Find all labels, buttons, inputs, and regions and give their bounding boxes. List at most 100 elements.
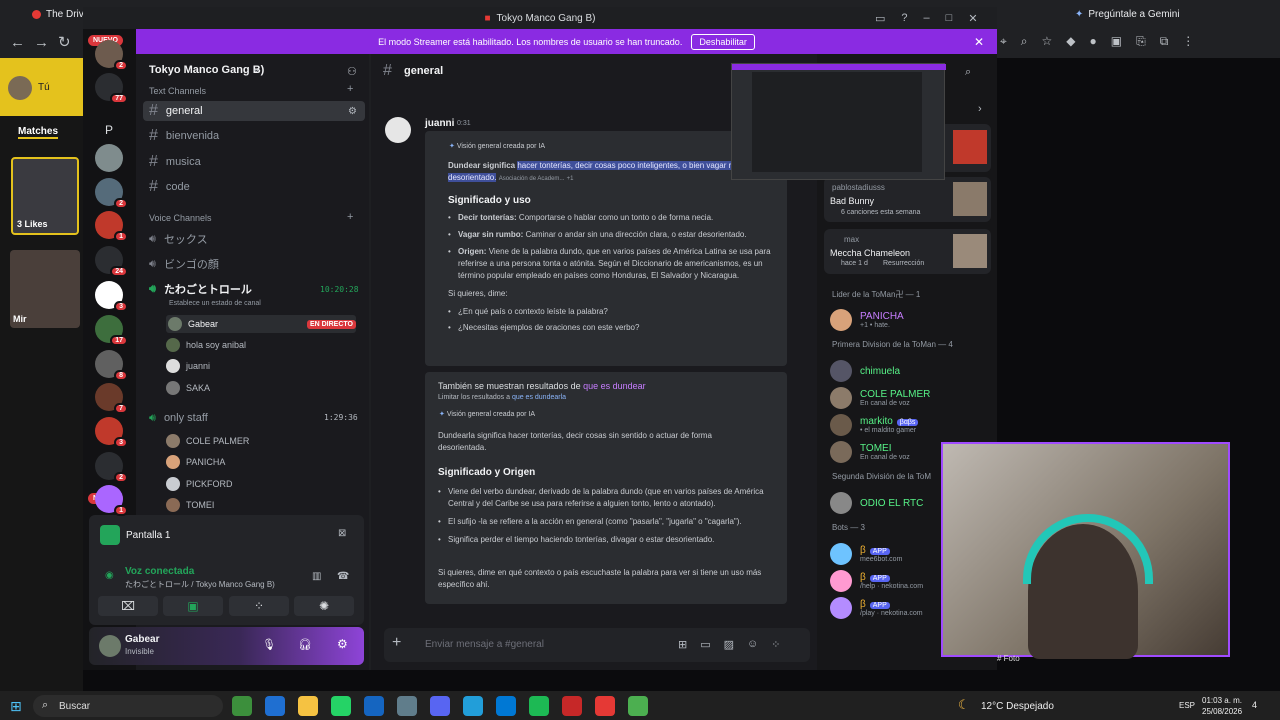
voice-user[interactable]: PANICHA: [166, 453, 225, 471]
voice-user[interactable]: COLE PALMER: [166, 432, 249, 450]
member-item[interactable]: chimuela: [830, 357, 900, 385]
disable-button[interactable]: Deshabilitar: [691, 33, 755, 50]
file-explorer-icon[interactable]: [298, 696, 318, 716]
voice-user[interactable]: juanni: [166, 357, 356, 375]
extension-icon[interactable]: ◆: [1066, 34, 1075, 50]
server-icon[interactable]: 1: [95, 485, 128, 516]
search-icon[interactable]: ⌕: [965, 66, 971, 79]
sticker-icon[interactable]: ▨: [724, 638, 734, 651]
headphones-icon[interactable]: 🎧︎: [298, 638, 312, 651]
inbox-icon[interactable]: ▭: [875, 12, 885, 25]
attach-plus-icon[interactable]: +: [392, 634, 401, 652]
voice-user[interactable]: SAKA: [166, 379, 356, 397]
location-icon[interactable]: ⌖: [1000, 34, 1007, 50]
member-item[interactable]: β APP mee6bot.com: [830, 540, 902, 568]
limit-link[interactable]: que es dundearla: [512, 394, 566, 401]
app-icon[interactable]: [562, 696, 582, 716]
add-user-icon[interactable]: ⚇: [347, 65, 357, 78]
voice-user[interactable]: PICKFORD: [166, 475, 233, 493]
user-name[interactable]: Gabear: [125, 634, 159, 645]
back-icon[interactable]: ←: [10, 34, 25, 51]
voice-status[interactable]: Voz conectada: [125, 566, 194, 577]
windows-start-icon[interactable]: ⊞: [10, 698, 22, 715]
member-item[interactable]: ODIO EL RTC: [830, 489, 923, 517]
match-card[interactable]: Mir: [10, 250, 80, 328]
gemini-tab[interactable]: ✦ Pregúntale a Gemini: [1075, 4, 1180, 24]
member-item[interactable]: PANICHA +1 • hate.: [830, 306, 904, 334]
screen-share-button[interactable]: ▣: [163, 596, 223, 616]
reload-icon[interactable]: ↻: [58, 33, 71, 51]
stop-stream-icon[interactable]: ⊠: [338, 528, 346, 539]
member-item[interactable]: TOMEI En canal de voz: [830, 438, 910, 466]
settings-icon[interactable]: ⚙: [348, 106, 357, 117]
server-icon[interactable]: 2: [95, 452, 128, 483]
server-icon[interactable]: 3: [95, 281, 128, 312]
server-icon[interactable]: 77: [95, 73, 128, 104]
banner-close-icon[interactable]: ✕: [974, 35, 984, 49]
whatsapp-icon[interactable]: [331, 696, 351, 716]
discord-icon[interactable]: [430, 696, 450, 716]
matches-tab[interactable]: Matches: [18, 126, 59, 139]
member-item[interactable]: β APP/play · nekotina.com: [830, 594, 923, 622]
star-icon[interactable]: ☆: [1042, 34, 1053, 50]
member-item[interactable]: markito βαβs • el malditо gamer: [830, 411, 919, 439]
avatar[interactable]: [385, 117, 411, 143]
voice-channels-header[interactable]: Voice Channels: [149, 213, 212, 223]
soundboard-button[interactable]: ✺: [294, 596, 354, 616]
server-icon[interactable]: 7: [95, 383, 128, 414]
voice-channel-item[interactable]: 🔊︎ セックス: [143, 229, 365, 249]
server-icon[interactable]: 2: [95, 40, 128, 71]
server-icon[interactable]: 2: [95, 178, 128, 209]
game-app-icon[interactable]: [232, 696, 252, 716]
also-link[interactable]: que es dundear: [583, 381, 646, 391]
outlook-icon[interactable]: [496, 696, 516, 716]
waveform-icon[interactable]: ▥: [312, 571, 321, 582]
channel-item-general[interactable]: # general ⚙: [143, 101, 365, 121]
extension-icon[interactable]: ▣: [1111, 34, 1122, 50]
security-icon[interactable]: [364, 696, 384, 716]
edge-icon[interactable]: [265, 696, 285, 716]
spotify-icon[interactable]: [529, 696, 549, 716]
add-channel-icon[interactable]: +: [347, 83, 353, 95]
text-channels-header[interactable]: Text Channels: [149, 86, 206, 96]
extension-icon[interactable]: ●: [1090, 34, 1097, 50]
source-chip[interactable]: Asociación de Academ...: [499, 176, 565, 182]
server-icon[interactable]: 8: [95, 350, 128, 381]
help-icon[interactable]: ?: [901, 12, 907, 25]
server-icon[interactable]: 1: [95, 211, 128, 242]
server-icon[interactable]: 3: [95, 417, 128, 448]
message-author[interactable]: juanni: [425, 118, 454, 129]
gift-icon[interactable]: ⊞: [678, 638, 687, 651]
member-item[interactable]: COLE PALMER En canal de voz: [830, 384, 930, 412]
chevron-down-icon[interactable]: ⌄: [252, 64, 260, 75]
extension-icon[interactable]: ⎘: [1136, 34, 1146, 50]
camera-off-button[interactable]: ⌧: [98, 596, 158, 616]
likes-card[interactable]: 3 Likes: [11, 157, 79, 235]
voice-user[interactable]: Gabear EN DIRECTO: [166, 315, 356, 333]
app-icon[interactable]: [595, 696, 615, 716]
maximize-icon[interactable]: □: [946, 12, 953, 25]
voice-user[interactable]: hola soy anibal: [166, 336, 356, 354]
voice-channel-path[interactable]: たわごとトロール / Tokyo Manco Gang B): [125, 579, 275, 590]
channel-item-bienvenida[interactable]: # bienvenida: [143, 126, 365, 146]
member-item[interactable]: β APP/help · nekotina.com: [830, 567, 923, 595]
clock-date[interactable]: 25/08/2026: [1202, 707, 1242, 716]
disconnect-icon[interactable]: ☎: [337, 571, 349, 582]
search-icon[interactable]: ⌕: [1021, 34, 1028, 50]
menu-icon[interactable]: ⋮: [1182, 34, 1194, 50]
chevron-right-icon[interactable]: ›: [978, 103, 982, 115]
guild-name[interactable]: Tokyo Manco Gang B): [149, 64, 264, 76]
stream-preview[interactable]: [731, 63, 946, 180]
weather-text[interactable]: 12°C Despejado: [981, 701, 1054, 712]
voice-user[interactable]: TOMEI: [166, 496, 214, 514]
channel-item-code[interactable]: # code: [143, 177, 365, 197]
activities-button[interactable]: ⁘: [229, 596, 289, 616]
server-icon[interactable]: 17: [95, 315, 128, 346]
telegram-icon[interactable]: [463, 696, 483, 716]
voice-channel-item[interactable]: 🔊︎ ビンゴの顔: [143, 254, 365, 274]
emoji-icon[interactable]: ☺: [747, 638, 758, 651]
apps-icon[interactable]: ⁘: [771, 638, 780, 651]
clock-time[interactable]: 01:03 a. m.: [1202, 696, 1242, 705]
channel-status-hint[interactable]: Establece un estado de canal: [169, 300, 261, 307]
language[interactable]: ESP: [1179, 701, 1195, 710]
